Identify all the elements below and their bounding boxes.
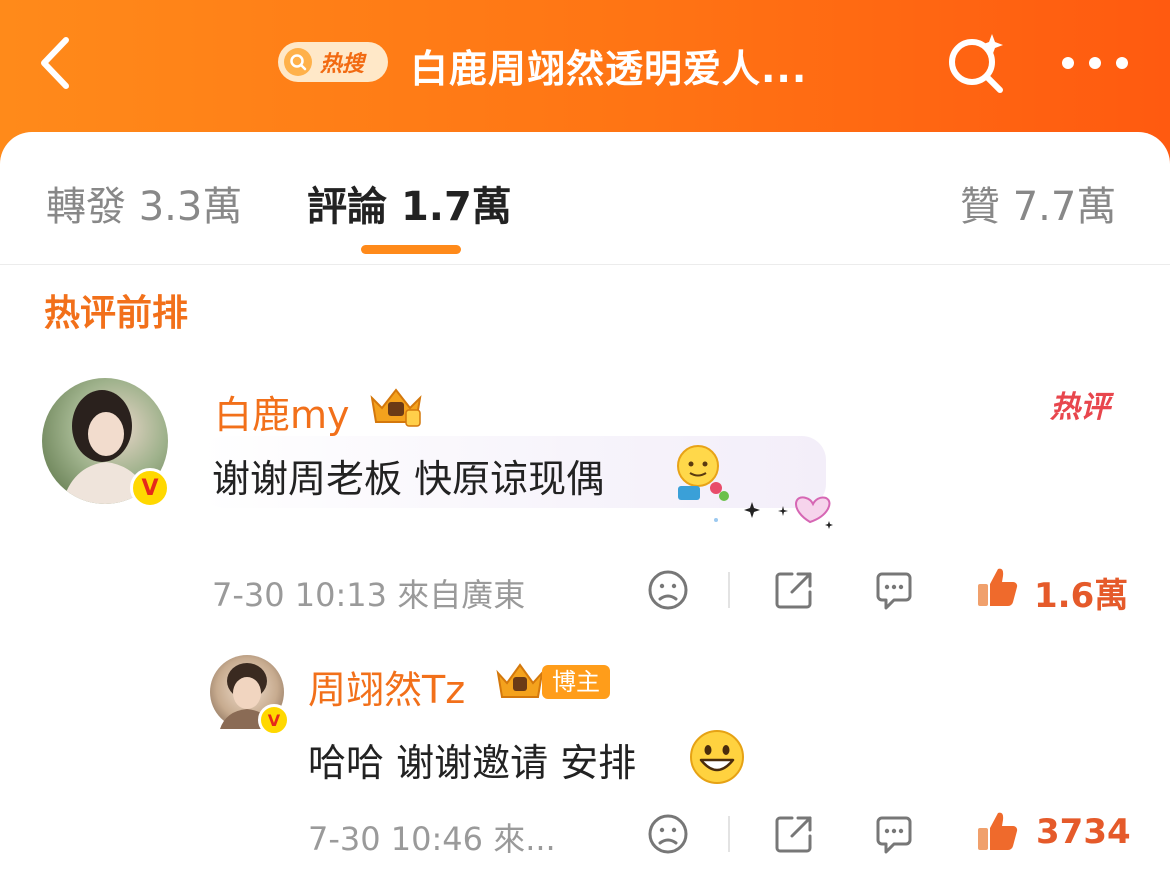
reply-verified-badge-icon: V xyxy=(258,704,290,736)
blogger-badge: 博主 xyxy=(542,665,610,699)
dislike-button[interactable] xyxy=(646,568,690,612)
reply-comment-button[interactable] xyxy=(872,812,916,856)
share-button[interactable] xyxy=(772,568,816,612)
like-button[interactable] xyxy=(974,564,1020,610)
sparkle-search-icon xyxy=(949,34,1003,93)
reply-meta: 7-30 10:46 來... xyxy=(308,820,556,858)
tab-likes-count: 7.7萬 xyxy=(1012,184,1117,230)
hot-search-badge[interactable]: 热搜 xyxy=(278,42,388,82)
comment-icon xyxy=(876,572,912,610)
sad-face-icon xyxy=(648,814,688,854)
tab-comments-count: 1.7萬 xyxy=(400,184,512,230)
tab-bar: 轉發 3.3萬 評論 1.7萬 贊 7.7萬 xyxy=(0,132,1170,265)
comment-text: 谢谢周老板 快原谅现偶 xyxy=(212,457,605,501)
hot-search-label: 热搜 xyxy=(320,52,365,77)
more-button[interactable] xyxy=(1058,48,1132,78)
back-button[interactable] xyxy=(30,30,90,96)
reply-like-button[interactable] xyxy=(974,808,1020,854)
reply-crown-badge-icon xyxy=(494,659,546,703)
reply-button[interactable] xyxy=(872,568,916,612)
comment-icon xyxy=(876,816,912,854)
comment-meta: 7-30 10:13 來自廣東 xyxy=(212,576,526,614)
reply-share-button[interactable] xyxy=(772,812,816,856)
comment-username[interactable]: 白鹿my xyxy=(214,384,350,439)
thumbs-up-icon xyxy=(978,568,1018,607)
divider xyxy=(728,816,730,852)
thumbs-up-icon xyxy=(978,812,1018,851)
crown-badge-icon xyxy=(366,384,426,428)
more-dots-icon xyxy=(1062,57,1128,69)
tab-comments-label: 評論 xyxy=(307,184,387,230)
share-icon xyxy=(775,572,812,609)
comments-card: 轉發 3.3萬 評論 1.7萬 贊 7.7萬 热评前排 V 白鹿my 热评 谢谢… xyxy=(0,132,1170,874)
tab-likes-label: 贊 xyxy=(960,184,1000,230)
divider xyxy=(728,572,730,608)
tab-repost-count: 3.3萬 xyxy=(138,184,243,230)
tab-repost[interactable]: 轉發 3.3萬 xyxy=(46,174,242,232)
tab-comments[interactable]: 評論 1.7萬 xyxy=(307,174,512,232)
share-icon xyxy=(775,816,812,853)
verified-badge-icon: V xyxy=(130,468,170,508)
tab-repost-label: 轉發 xyxy=(46,184,126,230)
reply-username[interactable]: 周翊然Tz xyxy=(308,659,465,714)
reply-dislike-button[interactable] xyxy=(646,812,690,856)
section-title: 热评前排 xyxy=(44,293,189,334)
reply-like-count: 3734 xyxy=(1036,812,1131,852)
hot-comment-tag: 热评 xyxy=(1050,390,1110,425)
chevron-left-icon xyxy=(41,37,69,89)
search-icon xyxy=(284,48,312,76)
sparkle-heart-decoration xyxy=(710,482,840,532)
search-button[interactable] xyxy=(942,30,1008,96)
reply-text: 哈哈 谢谢邀请 安排 xyxy=(308,741,637,785)
tab-likes[interactable]: 贊 7.7萬 xyxy=(960,174,1116,232)
like-count: 1.6萬 xyxy=(1034,576,1129,616)
grin-emoji-icon xyxy=(688,728,746,786)
sad-face-icon xyxy=(648,570,688,610)
page-title: 白鹿周翊然透明爱人... xyxy=(410,47,808,91)
active-tab-indicator xyxy=(361,245,461,254)
